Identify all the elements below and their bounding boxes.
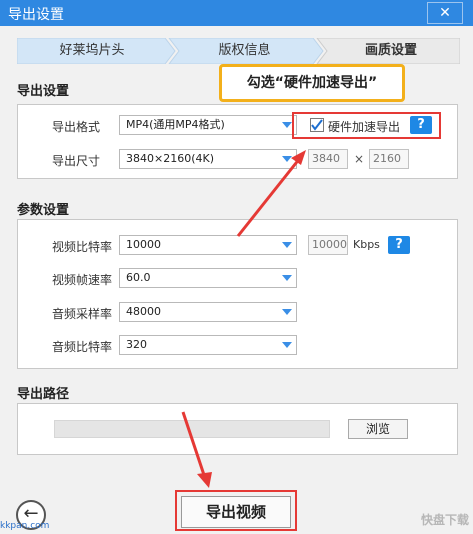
watermark-right: 快盘下载 (420, 513, 469, 527)
sample-rate-value: 48000 (126, 305, 161, 318)
sample-rate-select[interactable]: 48000 (119, 302, 297, 322)
audio-bitrate-label: 音频比特率 (52, 340, 113, 354)
watermark-left: kkpan.com (0, 521, 50, 531)
help-icon[interactable]: ? (388, 236, 410, 254)
width-input[interactable]: 3840 (308, 149, 348, 169)
video-bitrate-label: 视频比特率 (52, 240, 113, 254)
export-settings-window: 导出设置 ✕ 好莱坞片头 版权信息 画质设置 勾选“硬件加速导出” 导出设置 导… (0, 0, 473, 534)
params-panel: 视频比特率 10000 10000 Kbps ? 视频帧速率 60.0 音频采样… (17, 219, 458, 369)
height-input[interactable]: 2160 (369, 149, 409, 169)
audio-bitrate-select[interactable]: 320 (119, 335, 297, 355)
chevron-down-icon (282, 242, 292, 248)
step-3-active[interactable]: 画质设置 (322, 38, 460, 64)
chevron-down-icon (282, 156, 292, 162)
chevron-down-icon (282, 342, 292, 348)
format-value: MP4(通用MP4格式) (126, 118, 225, 131)
path-title: 导出路径 (17, 387, 70, 402)
times-sign: × (354, 152, 365, 166)
chevron-down-icon (282, 309, 292, 315)
window-title: 导出设置 (8, 7, 64, 23)
step-wizard: 好莱坞片头 版权信息 画质设置 (17, 38, 460, 64)
close-icon: ✕ (439, 5, 451, 21)
sample-rate-label: 音频采样率 (52, 307, 113, 321)
chevron-down-icon (282, 122, 292, 128)
close-button[interactable]: ✕ (427, 2, 463, 24)
hw-accel-highlight (292, 112, 441, 139)
path-field[interactable] (54, 420, 330, 438)
format-select[interactable]: MP4(通用MP4格式) (119, 115, 297, 135)
frame-rate-select[interactable]: 60.0 (119, 268, 297, 288)
audio-bitrate-value: 320 (126, 338, 147, 351)
size-label: 导出尺寸 (52, 154, 101, 168)
export-settings-title: 导出设置 (17, 84, 70, 99)
video-bitrate-value: 10000 (126, 238, 161, 251)
params-title: 参数设置 (17, 203, 70, 218)
frame-rate-value: 60.0 (126, 271, 151, 284)
bitrate-unit: Kbps (353, 238, 380, 251)
step-2[interactable]: 版权信息 (172, 38, 317, 64)
annotation-callout: 勾选“硬件加速导出” (219, 64, 405, 102)
frame-rate-label: 视频帧速率 (52, 273, 113, 287)
arrow-head-icon (197, 472, 212, 488)
size-select[interactable]: 3840×2160(4K) (119, 149, 297, 169)
chevron-down-icon (282, 275, 292, 281)
export-highlight (175, 490, 297, 531)
video-bitrate-select[interactable]: 10000 (119, 235, 297, 255)
title-bar[interactable]: 导出设置 ✕ (0, 0, 473, 26)
bitrate-input[interactable]: 10000 (308, 235, 348, 255)
step-1[interactable]: 好莱坞片头 (17, 38, 167, 64)
size-value: 3840×2160(4K) (126, 152, 214, 165)
format-label: 导出格式 (52, 120, 101, 134)
browse-button[interactable]: 浏览 (348, 419, 408, 439)
